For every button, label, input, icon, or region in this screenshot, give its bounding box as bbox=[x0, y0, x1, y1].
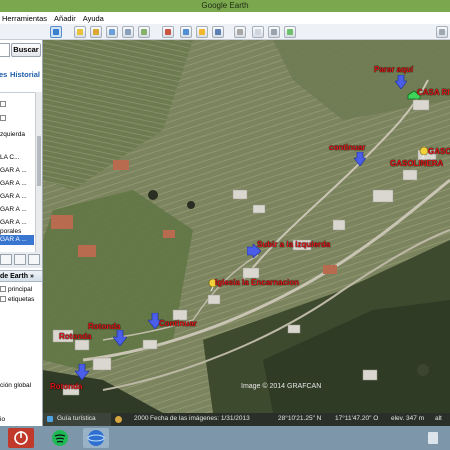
tree-checkbox-icon[interactable] bbox=[0, 115, 6, 121]
sidebar: Buscar es Historial zquierda LA C... GAR… bbox=[0, 40, 43, 426]
menu-herramientas[interactable]: Herramientas bbox=[2, 14, 47, 23]
google-earth-taskbar-icon[interactable] bbox=[83, 428, 109, 448]
layer-checkbox-icon[interactable] bbox=[0, 296, 6, 302]
map-label: Rotonda bbox=[50, 382, 83, 391]
email-icon[interactable] bbox=[252, 26, 264, 38]
list-item[interactable]: GAR A ... bbox=[0, 193, 27, 200]
route-arrow-icon bbox=[75, 364, 89, 380]
sidebar-tabs: es Historial bbox=[0, 70, 42, 82]
tour-guide-icon bbox=[47, 416, 53, 422]
list-item[interactable]: LA C... bbox=[0, 154, 20, 161]
layer-item[interactable]: etiquetas bbox=[8, 296, 34, 303]
layer-item[interactable]: ción global bbox=[0, 382, 31, 389]
list-item[interactable]: GAR A ... bbox=[0, 167, 27, 174]
sun-icon[interactable] bbox=[196, 26, 208, 38]
map-label: GASOLINERA bbox=[428, 147, 450, 156]
taskbar bbox=[0, 426, 450, 450]
layer-item[interactable]: principal bbox=[8, 286, 32, 293]
up-icon[interactable] bbox=[0, 254, 12, 265]
list-item[interactable]: GAR A ... bbox=[0, 206, 27, 213]
menu-anadir[interactable]: Añadir bbox=[54, 14, 76, 23]
toolbar-overflow-icon[interactable] bbox=[436, 26, 448, 38]
list-item[interactable]: zquierda bbox=[0, 131, 25, 138]
longitude: 17°11'47.20" O bbox=[335, 415, 379, 422]
folder-icon[interactable] bbox=[28, 254, 40, 265]
list-item[interactable]: GAR A ... bbox=[0, 219, 27, 226]
layer-item[interactable]: io bbox=[0, 416, 5, 423]
layers-header-label: de Earth » bbox=[0, 273, 34, 280]
menu-bar: Herramientas Añadir Ayuda bbox=[0, 12, 450, 24]
google-earth-window: Google Earth Herramientas Añadir Ayuda B… bbox=[0, 0, 450, 426]
list-item[interactable]: porales bbox=[0, 228, 21, 235]
window-title: Google Earth bbox=[201, 1, 249, 10]
route-arrow-icon bbox=[113, 330, 127, 346]
record-tour-icon[interactable] bbox=[162, 26, 174, 38]
route-arrow-icon bbox=[354, 152, 366, 166]
planet-icon[interactable] bbox=[212, 26, 224, 38]
sidebar-toggle-icon[interactable] bbox=[50, 26, 62, 38]
map-label: Subir a la izquierda bbox=[257, 240, 331, 249]
tour-guide-label: Guía turística bbox=[57, 415, 96, 422]
down-icon[interactable] bbox=[14, 254, 26, 265]
places-buttons bbox=[0, 252, 42, 268]
tour-guide-button[interactable]: Guía turística bbox=[43, 413, 111, 426]
print-icon[interactable] bbox=[268, 26, 280, 38]
map-label: Iglesia la Encarnacion bbox=[215, 278, 300, 287]
selected-list-item[interactable]: GAR A ... bbox=[0, 235, 34, 245]
selected-item-label: GAR A ... bbox=[0, 236, 27, 243]
map-label: Rotonda bbox=[59, 332, 92, 341]
map-label: Parar aquí bbox=[374, 65, 414, 74]
layers-header[interactable]: de Earth » bbox=[0, 270, 42, 282]
eye-altitude: alt bbox=[435, 415, 442, 422]
satellite-imagery[interactable] bbox=[43, 40, 450, 413]
polygon-icon[interactable] bbox=[106, 26, 118, 38]
latitude: 28°10'21.25" N bbox=[278, 415, 322, 422]
imagery-copyright: Image © 2014 GRAFCAN bbox=[241, 383, 322, 390]
search-button[interactable]: Buscar bbox=[11, 43, 41, 57]
menu-ayuda[interactable]: Ayuda bbox=[83, 14, 104, 23]
scrollbar-thumb[interactable] bbox=[37, 136, 41, 186]
map-label: Continuar bbox=[159, 319, 197, 328]
search-input[interactable] bbox=[0, 43, 10, 57]
map-label: Rotonda bbox=[88, 322, 121, 331]
tab-places[interactable]: es bbox=[0, 70, 7, 79]
elevation: elev. 347 m bbox=[391, 415, 425, 422]
places-scrollbar[interactable] bbox=[35, 92, 42, 252]
title-bar: Google Earth bbox=[0, 0, 450, 12]
spotify-icon[interactable] bbox=[47, 428, 73, 448]
imagery-date: Fecha de las imágenes: 1/31/2013 bbox=[150, 415, 250, 422]
map-label: continuar bbox=[329, 143, 366, 152]
map-label: GASOLINERA bbox=[390, 159, 444, 168]
toolbar bbox=[0, 24, 450, 40]
historical-imagery-icon[interactable] bbox=[180, 26, 192, 38]
status-year: 2000 bbox=[134, 415, 149, 422]
placemark-icon[interactable] bbox=[90, 26, 102, 38]
tab-history[interactable]: Historial bbox=[10, 70, 40, 79]
clock-icon[interactable] bbox=[115, 416, 122, 423]
image-overlay-icon[interactable] bbox=[138, 26, 150, 38]
path-icon[interactable] bbox=[122, 26, 134, 38]
layer-checkbox-icon[interactable] bbox=[0, 286, 6, 292]
star-icon[interactable] bbox=[74, 26, 86, 38]
notification-icon[interactable] bbox=[428, 432, 438, 444]
tree-checkbox-icon[interactable] bbox=[0, 101, 6, 107]
ruler-icon[interactable] bbox=[234, 26, 246, 38]
earth-view[interactable]: Parar aquí CASA RI continuar GASOLINERA … bbox=[43, 40, 450, 413]
route-arrow-icon bbox=[395, 75, 407, 89]
list-item[interactable]: GAR A ... bbox=[0, 180, 27, 187]
map-label: CASA RI bbox=[417, 88, 450, 97]
status-bar: Guía turística 2000 Fecha de las imágene… bbox=[43, 413, 450, 426]
power-icon[interactable] bbox=[8, 428, 34, 448]
google-maps-icon[interactable] bbox=[284, 26, 296, 38]
